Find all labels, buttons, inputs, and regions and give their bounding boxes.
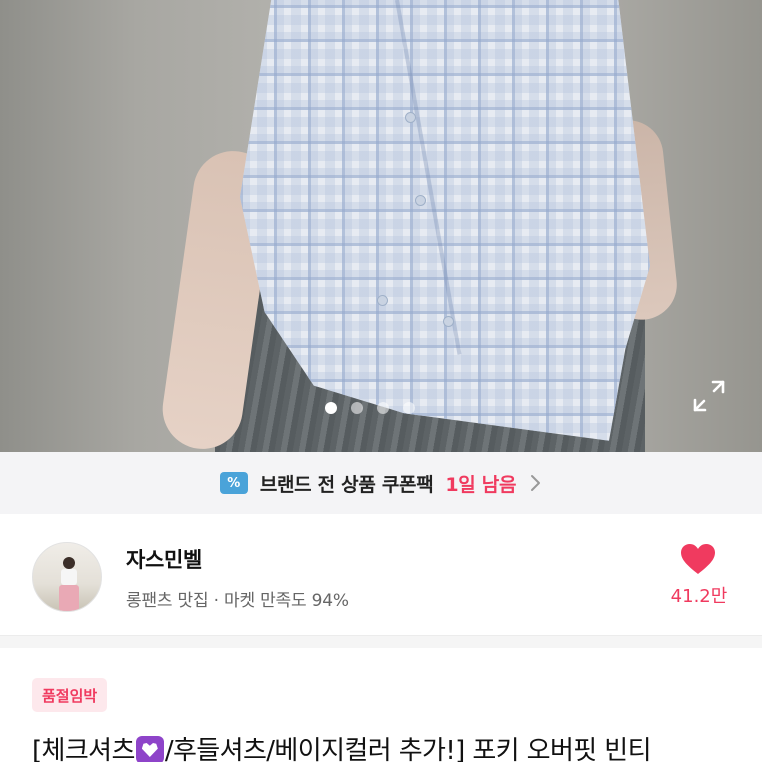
coupon-remaining: 1일 남음: [445, 473, 517, 496]
carousel-dot[interactable]: [403, 402, 415, 414]
section-divider: [0, 636, 762, 648]
product-title: [체크셔츠/후들셔츠/베이지컬러 추가!] 포키 오버핏 빈티: [32, 730, 752, 762]
status-badge: 품절임박: [32, 678, 108, 712]
carousel-indicator: [325, 402, 415, 414]
coupon-text: 브랜드 전 상품 쿠폰팩: [259, 473, 434, 496]
heart-icon[interactable]: [680, 543, 716, 575]
avatar-figure-head: [63, 557, 75, 569]
shirt-button: [443, 316, 454, 327]
shop-meta: 롱팬츠 맛집 · 마켓 만족도 94%: [126, 591, 349, 611]
product-detail-page: % 브랜드 전 상품 쿠폰팩 1일 남음 자스민벨 롱팬츠 맛집 · 마켓 만족…: [0, 0, 762, 762]
carousel-dot[interactable]: [377, 402, 389, 414]
shop-avatar[interactable]: [32, 542, 102, 612]
avatar-figure-body: [61, 569, 77, 585]
product-image-carousel[interactable]: [0, 0, 762, 452]
shirt-button: [405, 112, 416, 123]
like-count: 41.2만: [670, 586, 728, 607]
coupon-icon: %: [219, 472, 248, 494]
shop-name[interactable]: 자스민벨: [126, 544, 202, 574]
product-title-part2: /후들셔츠/베이지컬러 추가!] 포키 오버핏 빈티: [164, 736, 652, 762]
coupon-banner[interactable]: % 브랜드 전 상품 쿠폰팩 1일 남음: [0, 452, 762, 514]
product-title-part1: [체크셔츠: [32, 736, 135, 762]
purple-heart-icon: [135, 736, 164, 762]
carousel-dot[interactable]: [351, 402, 363, 414]
shop-info-row[interactable]: 자스민벨 롱팬츠 맛집 · 마켓 만족도 94% 41.2만: [0, 514, 762, 636]
shirt-button: [377, 295, 388, 306]
avatar-figure-legs: [59, 585, 79, 611]
shirt-button: [415, 195, 426, 206]
chevron-right-icon: [531, 475, 541, 491]
expand-icon[interactable]: [692, 379, 726, 413]
carousel-dot[interactable]: [325, 402, 337, 414]
